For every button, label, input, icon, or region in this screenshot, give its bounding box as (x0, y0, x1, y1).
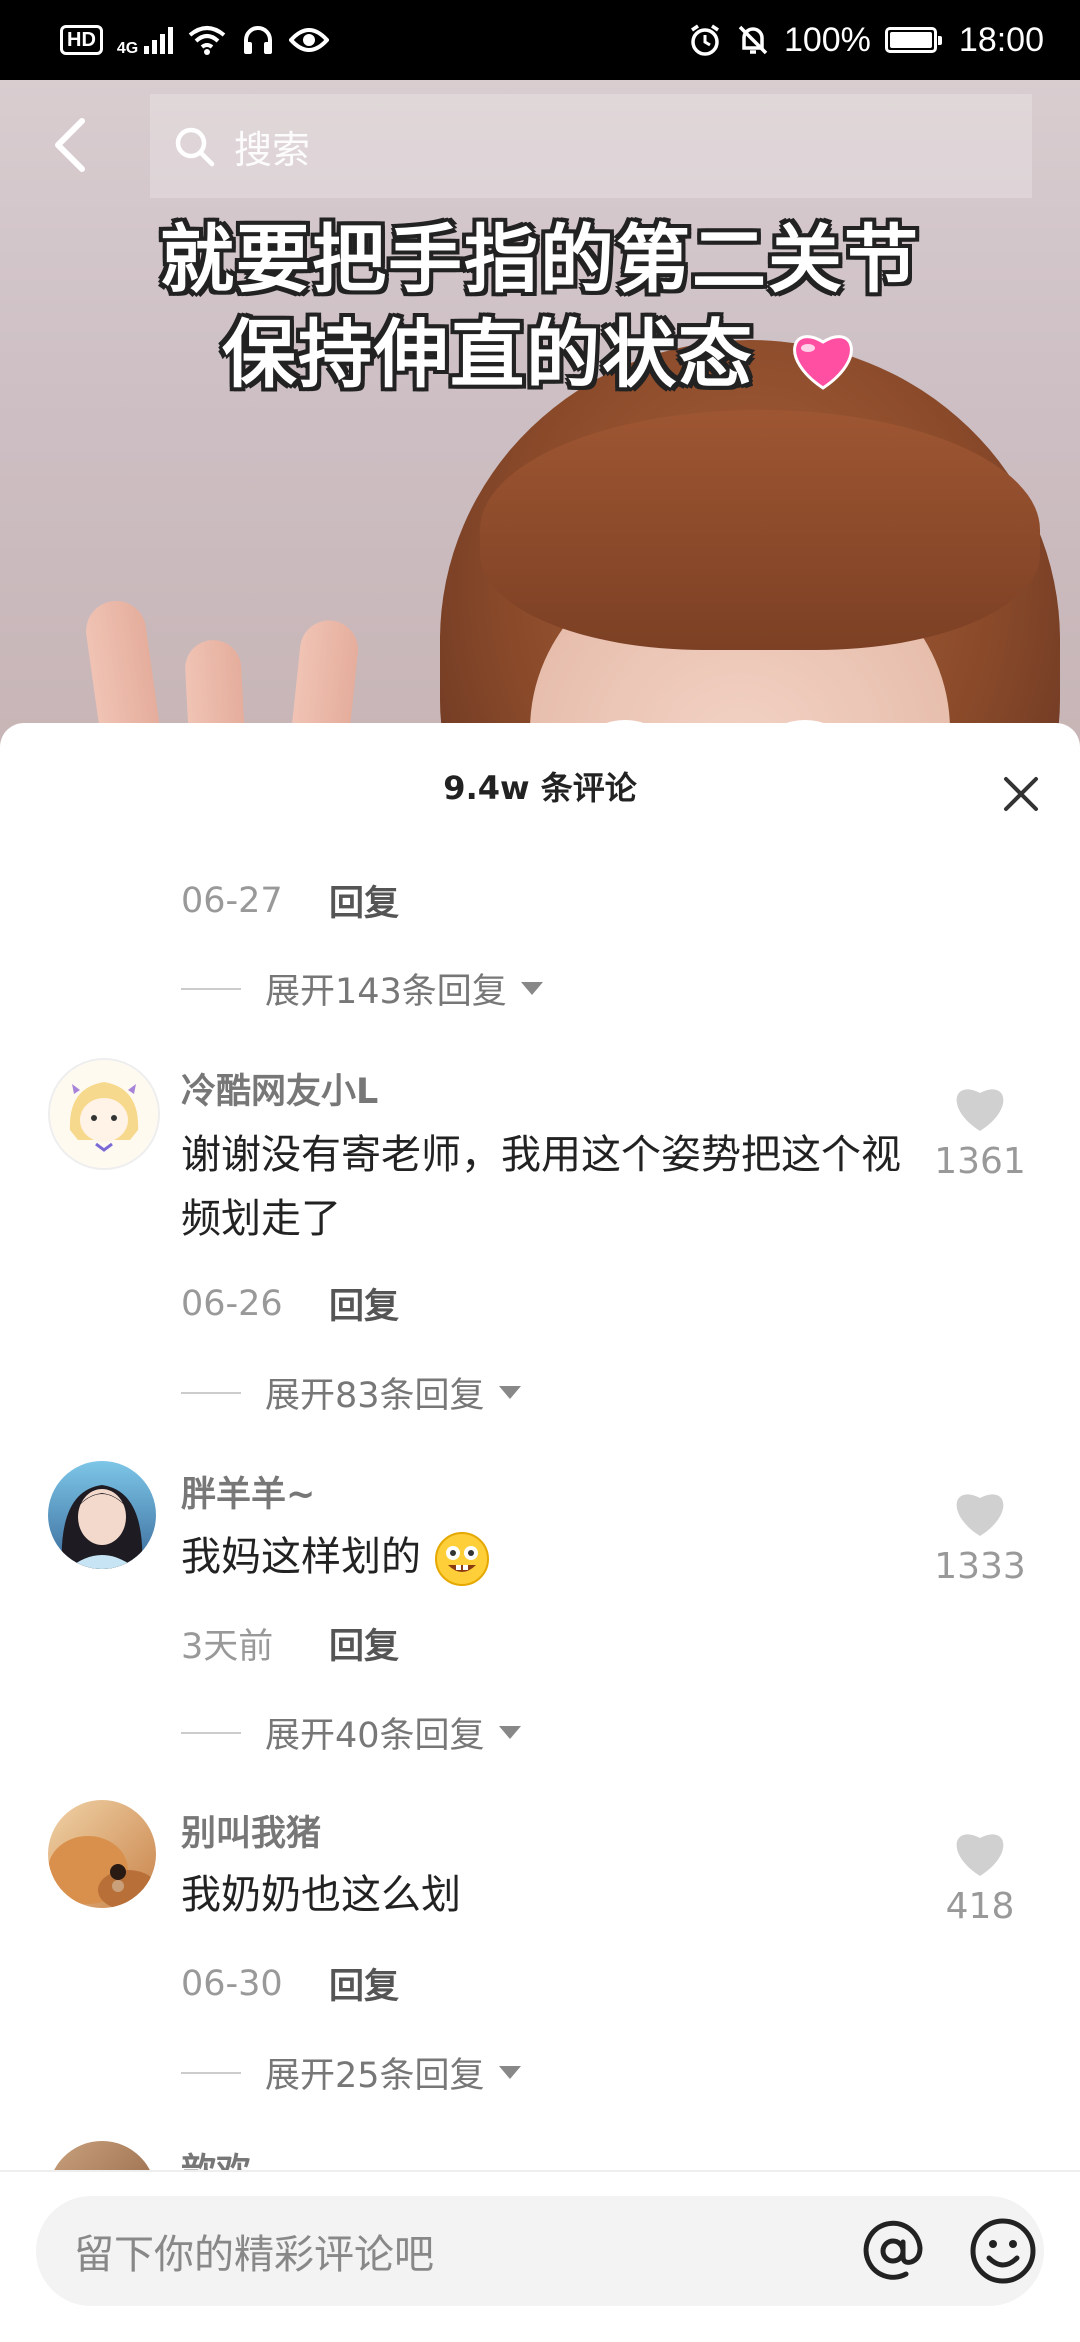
video-frame-bangs (480, 410, 1040, 650)
triangle-down-icon (498, 1386, 521, 1399)
comment-username[interactable]: 别叫我猪 (181, 1805, 321, 1856)
comment-meta: 3天前 回复 (181, 1618, 399, 1669)
expand-replies[interactable]: 展开83条回复 (181, 1367, 521, 1418)
girl-photo-avatar-icon (61, 1485, 143, 1569)
comment-text-body: 我妈这样划的 (181, 1534, 421, 1580)
expand-replies-label: 展开40条回复 (265, 1716, 485, 1756)
heart-icon (956, 1089, 1004, 1131)
comments-count-title: 9.4w 条评论 (443, 769, 637, 807)
heart-icon (956, 1494, 1004, 1536)
comment-date: 06-27 (181, 880, 283, 921)
comment-username[interactable]: 胖羊羊~ (181, 1466, 315, 1517)
video-caption-line2-text: 保持伸直的状态 (222, 312, 755, 398)
comment-meta: 06-27 回复 (181, 875, 399, 926)
reply-button[interactable]: 回复 (329, 1618, 399, 1669)
grinning-emoji-icon (434, 1532, 489, 1586)
status-bar: HD 4G 100% 18:00 (0, 0, 1080, 80)
expand-replies[interactable]: 展开25条回复 (181, 2047, 521, 2098)
triangle-down-icon (498, 2066, 521, 2079)
pink-heart-emoji-icon (793, 335, 853, 391)
like-count: 1333 (934, 1546, 1026, 1587)
comment-username[interactable]: 冷酷网友小L (181, 1063, 378, 1114)
comments-sheet: 9.4w 条评论 06-27 回复 展开143条回复 冷酷网友小L 谢谢没有寄老… (0, 723, 1080, 2340)
close-icon[interactable] (996, 769, 1046, 819)
expand-replies-label: 展开83条回复 (265, 1376, 485, 1416)
comment-date: 3天前 (181, 1627, 274, 1667)
search-bar[interactable]: 搜索 (150, 94, 1032, 198)
divider (181, 1731, 241, 1734)
avatar[interactable] (48, 1461, 156, 1569)
like-button[interactable]: 1361 (920, 1083, 1040, 1182)
expand-replies[interactable]: 展开143条回复 (181, 963, 543, 1014)
comment-meta: 06-30 回复 (181, 1958, 399, 2009)
like-count: 418 (945, 1886, 1015, 1927)
battery-percent: 100% (783, 20, 871, 59)
anime-girl-avatar-icon (50, 1060, 158, 1168)
reply-button[interactable]: 回复 (329, 1958, 399, 2009)
avatar[interactable] (48, 1800, 156, 1908)
hd-indicator: HD (60, 25, 103, 55)
network-type: 4G (116, 40, 139, 57)
search-placeholder: 搜索 (234, 127, 311, 172)
wifi-icon (188, 26, 226, 55)
comment-meta: 06-26 回复 (181, 1278, 399, 1329)
mute-bell-icon (738, 25, 768, 55)
headset-icon (244, 26, 273, 54)
comment-text: 我妈这样划的 (181, 1525, 921, 1589)
expand-replies-label: 展开143条回复 (265, 972, 507, 1012)
divider (181, 1391, 241, 1394)
like-button[interactable]: 418 (920, 1828, 1040, 1927)
avatar[interactable] (48, 1058, 160, 1170)
back-button[interactable] (40, 110, 100, 180)
at-icon[interactable] (856, 2214, 930, 2288)
eye-icon (289, 28, 330, 52)
triangle-down-icon (498, 1726, 521, 1739)
alarm-icon (690, 24, 719, 56)
pet-photo-avatar-icon (48, 1836, 156, 1908)
comment-text: 谢谢没有寄老师，我用这个姿势把这个视频划走了 (181, 1132, 901, 1242)
chevron-left-icon (55, 118, 85, 172)
signal-icon (144, 26, 174, 54)
video-caption-line1: 就要把手指的第二关节 (160, 217, 920, 303)
heart-icon (956, 1834, 1004, 1876)
search-icon (175, 127, 215, 167)
battery-icon (884, 27, 942, 53)
expand-replies[interactable]: 展开40条回复 (181, 1707, 521, 1758)
expand-replies-label: 展开25条回复 (265, 2056, 485, 2096)
smiley-icon[interactable] (966, 2214, 1040, 2288)
comment-date: 06-30 (181, 1963, 283, 2004)
like-count: 1361 (934, 1141, 1026, 1182)
like-button[interactable]: 1333 (920, 1488, 1040, 1587)
divider (181, 987, 241, 990)
triangle-down-icon (520, 982, 543, 995)
video-caption-line2: 保持伸直的状态 (0, 295, 1080, 402)
reply-button[interactable]: 回复 (329, 1278, 399, 1329)
reply-button[interactable]: 回复 (329, 875, 399, 926)
divider (181, 2071, 241, 2074)
comment-input-placeholder: 留下你的精彩评论吧 (74, 2232, 434, 2278)
clock: 18:00 (958, 20, 1044, 59)
comment-input-bar: 留下你的精彩评论吧 (0, 2170, 1080, 2342)
comment-date: 06-26 (181, 1283, 283, 1324)
comment-text: 我奶奶也这么划 (181, 1872, 461, 1918)
